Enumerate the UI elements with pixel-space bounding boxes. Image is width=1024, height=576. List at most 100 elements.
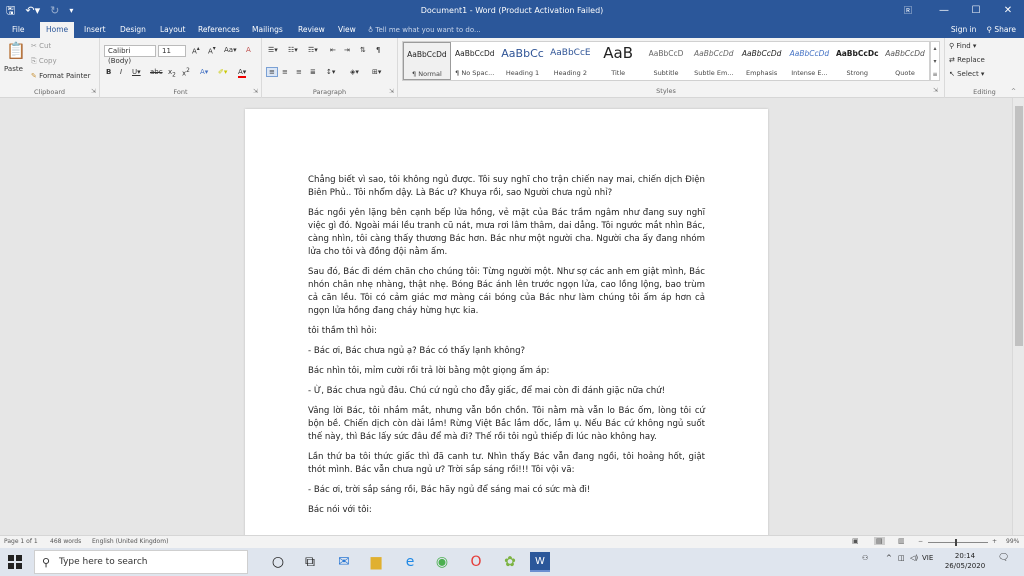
tell-me-box[interactable]: ♁ Tell me what you want to do...: [368, 22, 481, 38]
font-color-icon[interactable]: A▾: [238, 68, 247, 78]
zoom-in-icon[interactable]: +: [992, 538, 997, 545]
clear-formatting-icon[interactable]: A: [246, 46, 251, 54]
styles-launcher-icon[interactable]: ⇲: [933, 87, 938, 94]
scrollbar-thumb[interactable]: [1015, 106, 1023, 346]
paragraph[interactable]: Chẳng biết vì sao, tôi không ngủ được. T…: [308, 174, 705, 200]
file-explorer-icon[interactable]: ▆: [366, 552, 386, 572]
cortana-icon[interactable]: ○: [268, 552, 288, 572]
style-normal[interactable]: AaBbCcDd ¶ Normal: [403, 42, 451, 80]
bullets-icon[interactable]: ☰▾: [268, 46, 278, 54]
align-left-icon[interactable]: ≡: [266, 67, 278, 77]
copy-button[interactable]: ⎘ Copy: [31, 57, 57, 66]
tab-mailings[interactable]: Mailings: [246, 22, 289, 38]
style-subtle-emphasis[interactable]: AaBbCcDd Subtle Em...: [690, 42, 738, 80]
highlight-icon[interactable]: ✐▾: [218, 68, 227, 76]
style-title[interactable]: AaB Title: [594, 42, 642, 80]
tab-review[interactable]: Review: [292, 22, 331, 38]
strikethrough-button[interactable]: abc: [150, 68, 163, 76]
replace-button[interactable]: ⇄ Replace: [949, 56, 985, 64]
align-right-icon[interactable]: ≡: [296, 68, 302, 76]
web-layout-icon[interactable]: ▥: [898, 537, 905, 545]
tab-design[interactable]: Design: [114, 22, 152, 38]
paragraph[interactable]: Sau đó, Bác đi dém chăn cho chúng tôi: T…: [308, 266, 705, 318]
shrink-font-button[interactable]: A▾: [208, 46, 216, 55]
share-button[interactable]: ⚲ Share: [986, 22, 1016, 38]
paragraph[interactable]: Lần thứ ba tôi thức giấc thì đã canh tư.…: [308, 451, 705, 477]
people-icon[interactable]: ⚇: [862, 554, 868, 562]
text-effects-icon[interactable]: A▾: [200, 68, 208, 76]
zoom-slider-handle[interactable]: [955, 539, 957, 546]
italic-button[interactable]: I: [120, 68, 122, 76]
system-clock[interactable]: 20:14 26/05/2020: [940, 551, 990, 571]
align-center-icon[interactable]: ≡: [282, 68, 288, 76]
read-mode-icon[interactable]: ▣: [852, 537, 859, 545]
style-heading-2[interactable]: AaBbCcE Heading 2: [546, 42, 594, 80]
paragraph[interactable]: Bác nhìn tôi, mỉm cười rồi trả lời bằng …: [308, 365, 705, 378]
change-case-button[interactable]: Aa▾: [224, 46, 237, 54]
edge-icon[interactable]: e: [400, 552, 420, 572]
windows-start-icon[interactable]: [8, 555, 22, 569]
select-button[interactable]: ↖ Select ▾: [949, 70, 984, 78]
subscript-button[interactable]: x2: [168, 68, 176, 78]
proofing-language[interactable]: English (United Kingdom): [92, 538, 168, 545]
paragraph[interactable]: tôi thầm thì hỏi:: [308, 325, 705, 338]
more-styles-icon[interactable]: ≡: [931, 68, 939, 81]
chevron-up-icon[interactable]: ▴: [931, 42, 939, 55]
paragraph[interactable]: - Ừ, Bác chưa ngủ đâu. Chú cứ ngủ cho đẫ…: [308, 385, 705, 398]
action-center-icon[interactable]: 🗨: [998, 553, 1009, 563]
numbering-icon[interactable]: ☷▾: [288, 46, 298, 54]
document-body[interactable]: Chẳng biết vì sao, tôi không ngủ được. T…: [308, 174, 705, 524]
close-button[interactable]: ✕: [992, 0, 1024, 22]
network-icon[interactable]: ◫: [898, 554, 905, 562]
font-launcher-icon[interactable]: ⇲: [253, 88, 258, 95]
increase-indent-icon[interactable]: ⇥: [344, 46, 350, 54]
style-quote[interactable]: AaBbCcDd Quote: [881, 42, 929, 80]
word-taskbar-icon[interactable]: W: [530, 552, 550, 572]
document-page[interactable]: Chẳng biết vì sao, tôi không ngủ được. T…: [245, 109, 768, 535]
show-hidden-icons-icon[interactable]: ^: [886, 554, 892, 562]
collapse-ribbon-icon[interactable]: ^: [1011, 88, 1016, 95]
sort-icon[interactable]: ⇅: [360, 46, 366, 54]
ribbon-display-options-button[interactable]: 🅁: [888, 0, 928, 22]
print-layout-icon[interactable]: ▤: [874, 537, 885, 545]
zoom-level[interactable]: 99%: [1006, 538, 1019, 545]
paste-icon[interactable]: 📋: [6, 41, 26, 60]
underline-button[interactable]: U▾: [132, 68, 141, 76]
justify-icon[interactable]: ≣: [310, 68, 316, 76]
borders-icon[interactable]: ⊞▾: [372, 68, 381, 76]
taskbar-search[interactable]: ⚲ Type here to search: [34, 550, 248, 574]
font-size-box[interactable]: 11: [158, 45, 186, 57]
font-name-box[interactable]: Calibri (Body): [104, 45, 156, 65]
grow-font-button[interactable]: A▴: [192, 46, 200, 55]
paragraph[interactable]: - Bác ơi, trời sắp sáng rồi, Bác hãy ngủ…: [308, 484, 705, 497]
bold-button[interactable]: B: [106, 68, 111, 76]
input-language[interactable]: VIE: [922, 554, 933, 562]
style-subtitle[interactable]: AaBbCcD Subtitle: [642, 42, 690, 80]
minimize-button[interactable]: —: [928, 0, 960, 22]
paragraph-launcher-icon[interactable]: ⇲: [389, 88, 394, 95]
style-intense-emphasis[interactable]: AaBbCcDd Intense E...: [786, 42, 834, 80]
show-hide-marks-icon[interactable]: ¶: [376, 46, 380, 54]
task-view-icon[interactable]: ⧉: [300, 552, 320, 572]
zoom-out-icon[interactable]: −: [918, 538, 923, 545]
mail-icon[interactable]: ✉: [334, 552, 354, 572]
paragraph[interactable]: Bác nói với tôi:: [308, 504, 705, 517]
style-no-spacing[interactable]: AaBbCcDd ¶ No Spac...: [451, 42, 499, 80]
superscript-button[interactable]: x2: [182, 68, 190, 77]
line-spacing-icon[interactable]: ↕▾: [326, 68, 335, 76]
shading-icon[interactable]: ◈▾: [350, 68, 359, 76]
document-canvas[interactable]: Chẳng biết vì sao, tôi không ngủ được. T…: [0, 98, 1012, 535]
tab-layout[interactable]: Layout: [154, 22, 192, 38]
opera-icon[interactable]: O: [466, 552, 486, 572]
multilevel-list-icon[interactable]: ☶▾: [308, 46, 318, 54]
format-painter-button[interactable]: ✎ Format Painter: [31, 72, 91, 80]
paragraph[interactable]: - Bác ơi, Bác chưa ngủ ạ? Bác có thấy lạ…: [308, 345, 705, 358]
page-count[interactable]: Page 1 of 1: [4, 538, 38, 545]
tab-file[interactable]: File: [6, 22, 31, 38]
sign-in-link[interactable]: Sign in: [951, 22, 977, 38]
decrease-indent-icon[interactable]: ⇤: [330, 46, 336, 54]
tab-view[interactable]: View: [332, 22, 362, 38]
paragraph[interactable]: Bác ngồi yên lặng bên cạnh bếp lửa hồng,…: [308, 207, 705, 259]
paste-button[interactable]: Paste: [4, 65, 23, 73]
chrome-icon[interactable]: ◉: [432, 552, 452, 572]
